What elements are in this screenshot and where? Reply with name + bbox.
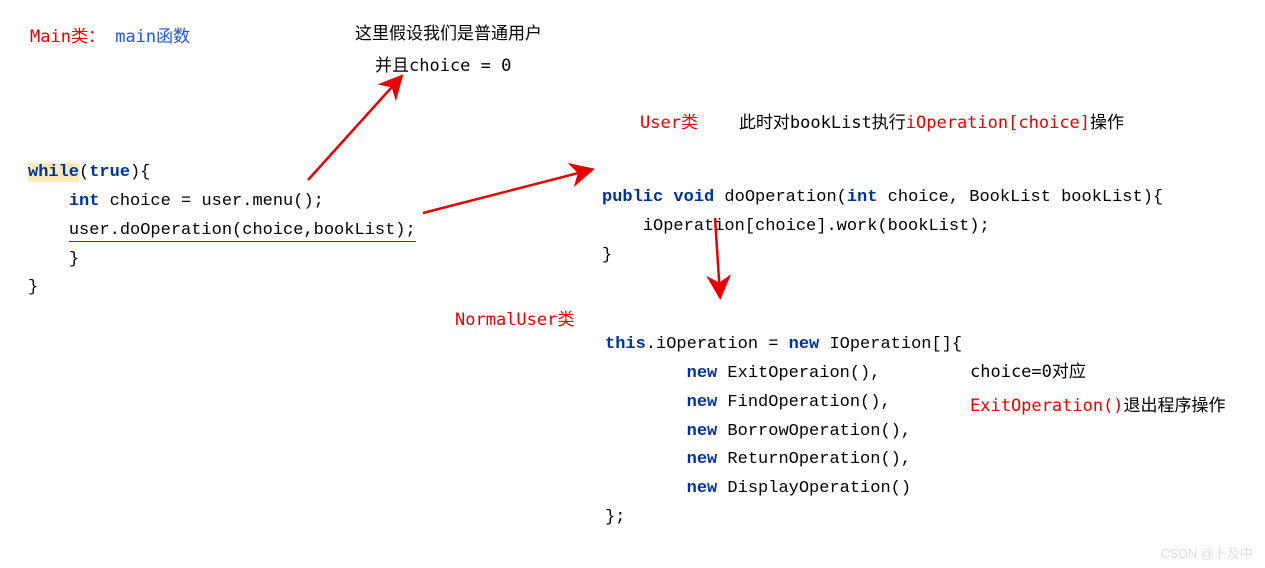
- kw-new3: new: [687, 422, 718, 441]
- kw-new1: new: [687, 364, 718, 383]
- normal-item5: DisplayOperation(): [717, 479, 911, 498]
- choice-note-suffix: 退出程序操作: [1124, 396, 1226, 416]
- kw-void: void: [673, 188, 714, 207]
- main-line2-underlined: user.doOperation(choice,bookList);: [69, 221, 416, 242]
- assumption-line2: 并且choice = 0: [375, 50, 542, 82]
- assumption-line1: 这里假设我们是普通用户: [355, 18, 542, 50]
- choice-note-red: ExitOperation(): [970, 396, 1124, 416]
- user-close: }: [602, 246, 612, 265]
- normal-item4: ReturnOperation(),: [717, 450, 911, 469]
- choice-note-line1: choice=0对应: [970, 355, 1226, 389]
- choice-note: choice=0对应 ExitOperation()退出程序操作: [970, 355, 1226, 423]
- kw-public: public: [602, 188, 663, 207]
- kw-new5: new: [687, 479, 718, 498]
- normal-line0b: IOperation[]{: [819, 335, 962, 354]
- normal-item3: BorrowOperation(),: [717, 422, 911, 441]
- main-line1-rest: choice = user.menu();: [99, 192, 323, 211]
- user-code-block: public void doOperation(int choice, Book…: [602, 155, 1163, 271]
- user-note-suffix: 操作: [1090, 113, 1124, 133]
- main-class-label: Main类： main函数: [30, 22, 190, 47]
- normal-item1: ExitOperaion(),: [717, 364, 880, 383]
- normal-item2: FindOperation(),: [717, 393, 890, 412]
- user-method: doOperation(: [714, 188, 847, 207]
- main-close2: }: [28, 278, 38, 297]
- main-class-red: Main类：: [30, 27, 105, 47]
- user-note-prefix: 此时对bookList执行: [739, 113, 906, 133]
- assumption-note: 这里假设我们是普通用户 并且choice = 0: [355, 18, 542, 83]
- kw-int2: int: [847, 188, 878, 207]
- kw-new4: new: [687, 450, 718, 469]
- normaluser-label: NormalUser类: [455, 305, 574, 330]
- kw-true: true: [89, 163, 130, 182]
- kw-this: this: [605, 335, 646, 354]
- user-param1: choice, BookList bookList){: [877, 188, 1163, 207]
- main-close1: }: [69, 250, 79, 269]
- main-class-blue: main函数: [115, 27, 190, 47]
- user-class-label: User类 此时对bookList执行iOperation[choice]操作: [640, 108, 1124, 133]
- kw-while: while: [28, 163, 79, 182]
- normal-close: };: [605, 508, 625, 527]
- kw-int: int: [69, 192, 100, 211]
- kw-new0: new: [789, 335, 820, 354]
- kw-new2: new: [687, 393, 718, 412]
- watermark: CSDN @卜及中: [1160, 543, 1253, 562]
- user-note-red: iOperation[choice]: [906, 113, 1090, 133]
- main-code-block: while(true){ int choice = user.menu(); u…: [28, 130, 416, 303]
- normal-line0a: .iOperation =: [646, 335, 789, 354]
- user-class-red: User类: [640, 113, 698, 133]
- user-body: iOperation[choice].work(bookList);: [643, 217, 990, 236]
- normaluser-code-block: this.iOperation = new IOperation[]{ new …: [605, 302, 962, 533]
